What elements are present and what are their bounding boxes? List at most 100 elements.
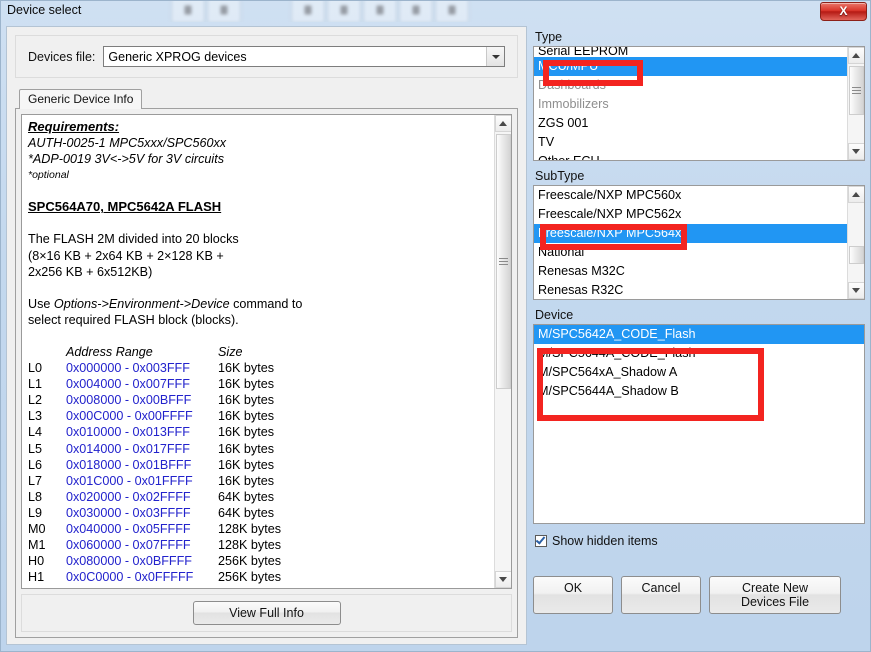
- device-list-item[interactable]: M/SPC5644A_Shadow B: [534, 382, 864, 401]
- cancel-button[interactable]: Cancel: [621, 576, 701, 614]
- ghost-toolbar-icon-6: [399, 1, 433, 22]
- scroll-down-icon[interactable]: [494, 571, 511, 588]
- description-line-3: 2x256 KB + 6x512KB): [28, 264, 153, 279]
- scroll-up-icon[interactable]: [494, 115, 511, 132]
- close-button[interactable]: X: [820, 2, 867, 21]
- cell-address-range: 0x000000 - 0x003FFF: [66, 361, 190, 376]
- cell-address-range: 0x010000 - 0x013FFF: [66, 425, 190, 440]
- type-scroll-thumb[interactable]: [848, 66, 864, 115]
- usage-line-1: Use Options->Environment->Device command…: [28, 296, 488, 312]
- chevron-down-icon[interactable]: [486, 47, 504, 66]
- view-full-info-bar: View Full Info: [21, 594, 512, 632]
- subtype-scroll-thumb[interactable]: [848, 246, 864, 264]
- subtype-list-item[interactable]: Freescale/NXP MPC560x: [534, 186, 847, 205]
- type-list-items[interactable]: Serial EEPROM MCU/MPU Dashboards Immobilize…: [534, 47, 847, 160]
- cell-address-range: 0x060000 - 0x07FFFF: [66, 538, 191, 553]
- view-full-info-button[interactable]: View Full Info: [192, 601, 341, 625]
- scroll-up-icon[interactable]: [847, 47, 864, 64]
- cell-address-range: 0x004000 - 0x007FFF: [66, 377, 190, 392]
- cell-label: L8: [28, 489, 43, 504]
- type-list-item[interactable]: TV: [534, 133, 847, 152]
- type-scrollbar[interactable]: [847, 47, 864, 160]
- show-hidden-row[interactable]: Show hidden items: [535, 534, 865, 548]
- optional-note: *optional: [28, 169, 69, 182]
- info-scroll-track[interactable]: [494, 132, 511, 571]
- cell-size: 16K bytes: [218, 473, 275, 488]
- type-listbox[interactable]: Serial EEPROM MCU/MPU Dashboards Immobilize…: [533, 46, 865, 161]
- ghost-toolbar-icon-5: [363, 1, 397, 22]
- tab-generic-device-info[interactable]: Generic Device Info: [19, 89, 143, 109]
- device-list-item[interactable]: M/SPC5644A_CODE_Flash: [534, 344, 864, 363]
- type-list-item[interactable]: MCU/MPU: [534, 57, 847, 76]
- subtype-scrollbar[interactable]: [847, 186, 864, 299]
- ghost-toolbar-icon-7: [435, 1, 469, 22]
- cell-label: L3: [28, 409, 43, 424]
- dialog-button-row: OK Cancel Create New Devices File: [533, 576, 865, 614]
- cell-address-range: 0x080000 - 0x0BFFFF: [66, 554, 192, 569]
- ok-button[interactable]: OK: [533, 576, 613, 614]
- device-list-item[interactable]: M/SPC5642A_CODE_Flash: [534, 325, 864, 344]
- info-scrollbar[interactable]: [494, 115, 511, 588]
- type-list-item[interactable]: ZGS 001: [534, 114, 847, 133]
- tab-strip: Generic Device Info: [15, 88, 518, 109]
- subtype-label: SubType: [535, 169, 585, 183]
- cell-size: 16K bytes: [218, 409, 275, 424]
- usage-post: command to: [229, 296, 303, 311]
- cell-address-range: 0x0C0000 - 0x0FFFFF: [66, 570, 194, 585]
- memory-block-table: Address Range Size L0 0x000000 - 0x003FFF…: [28, 344, 281, 585]
- check-icon: [535, 534, 546, 545]
- show-hidden-checkbox[interactable]: [535, 534, 547, 547]
- requirements-heading: Requirements:: [28, 119, 120, 134]
- cell-label: L1: [28, 377, 43, 392]
- requirement-line-1: AUTH-0025-1 MPC5xxx/SPC560xx: [28, 136, 227, 151]
- cell-label: L6: [28, 457, 43, 472]
- scroll-down-icon[interactable]: [847, 282, 864, 299]
- devices-file-combobox[interactable]: Generic XPROG devices: [103, 46, 505, 67]
- device-listbox[interactable]: M/SPC5642A_CODE_Flash M/SPC5644A_CODE_Fla…: [533, 324, 865, 524]
- cell-size: 16K bytes: [218, 377, 275, 392]
- type-list-item[interactable]: Dashboards: [534, 76, 847, 95]
- window-title: Device select: [7, 3, 82, 17]
- device-info-content: Requirements: AUTH-0025-1 MPC5xxx/SPC560…: [22, 115, 494, 588]
- devices-file-value: Generic XPROG devices: [108, 49, 247, 64]
- left-pane: Devices file: Generic XPROG devices Gene…: [6, 26, 527, 645]
- cell-label: M0: [28, 521, 46, 536]
- subtype-list-item[interactable]: Freescale/NXP MPC562x: [534, 205, 847, 224]
- table-row: L9 0x030000 - 0x03FFFF 64K bytes: [28, 505, 281, 521]
- subtype-list-item[interactable]: National: [534, 243, 847, 262]
- right-pane: Type Serial EEPROM MCU/MPU Dashboards Immob…: [533, 26, 865, 645]
- create-new-devices-file-button[interactable]: Create New Devices File: [709, 576, 841, 614]
- type-scroll-track[interactable]: [847, 64, 864, 143]
- type-list-item[interactable]: Serial EEPROM: [534, 47, 847, 57]
- type-label: Type: [535, 30, 563, 44]
- cell-address-range: 0x018000 - 0x01BFFF: [66, 457, 192, 472]
- table-row: L6 0x018000 - 0x01BFFF 16K bytes: [28, 457, 281, 473]
- scroll-down-icon[interactable]: [847, 143, 864, 160]
- description-line-2: (8×16 KB + 2x64 KB + 2×128 KB +: [28, 248, 224, 263]
- info-scroll-thumb[interactable]: [495, 134, 511, 389]
- cell-size: 16K bytes: [218, 441, 275, 456]
- device-list-item[interactable]: M/SPC564xA_Shadow A: [534, 363, 864, 382]
- cell-label: M1: [28, 538, 46, 553]
- devices-file-group: Devices file: Generic XPROG devices: [15, 35, 518, 78]
- cell-size: 256K bytes: [218, 554, 282, 569]
- subtype-list-item[interactable]: Freescale/NXP MPC564x: [534, 224, 847, 243]
- subtype-listbox[interactable]: Freescale/NXP MPC560x Freescale/NXP MPC56…: [533, 185, 865, 300]
- device-list-items[interactable]: M/SPC5642A_CODE_Flash M/SPC5644A_CODE_Fla…: [534, 325, 864, 523]
- table-row: L2 0x008000 - 0x00BFFF 16K bytes: [28, 392, 281, 408]
- table-row: L4 0x010000 - 0x013FFF 16K bytes: [28, 424, 281, 440]
- subtype-list-items[interactable]: Freescale/NXP MPC560x Freescale/NXP MPC56…: [534, 186, 847, 299]
- scroll-up-icon[interactable]: [847, 186, 864, 203]
- subtype-list-item[interactable]: Renesas R32C: [534, 281, 847, 299]
- device-info-textbox[interactable]: Requirements: AUTH-0025-1 MPC5xxx/SPC560…: [21, 114, 512, 589]
- table-row: M1 0x060000 - 0x07FFFF 128K bytes: [28, 537, 281, 553]
- show-hidden-label: Show hidden items: [552, 534, 658, 548]
- description-line-1: The FLASH 2M divided into 20 blocks: [28, 232, 239, 247]
- cell-label: L9: [28, 505, 43, 520]
- type-list-item[interactable]: Immobilizers: [534, 95, 847, 114]
- type-list-item[interactable]: Other ECU: [534, 152, 847, 160]
- subtype-list-item[interactable]: Renesas M32C: [534, 262, 847, 281]
- table-row: L3 0x00C000 - 0x00FFFF 16K bytes: [28, 408, 281, 424]
- table-row: L5 0x014000 - 0x017FFF 16K bytes: [28, 441, 281, 457]
- subtype-scroll-track[interactable]: [847, 203, 864, 282]
